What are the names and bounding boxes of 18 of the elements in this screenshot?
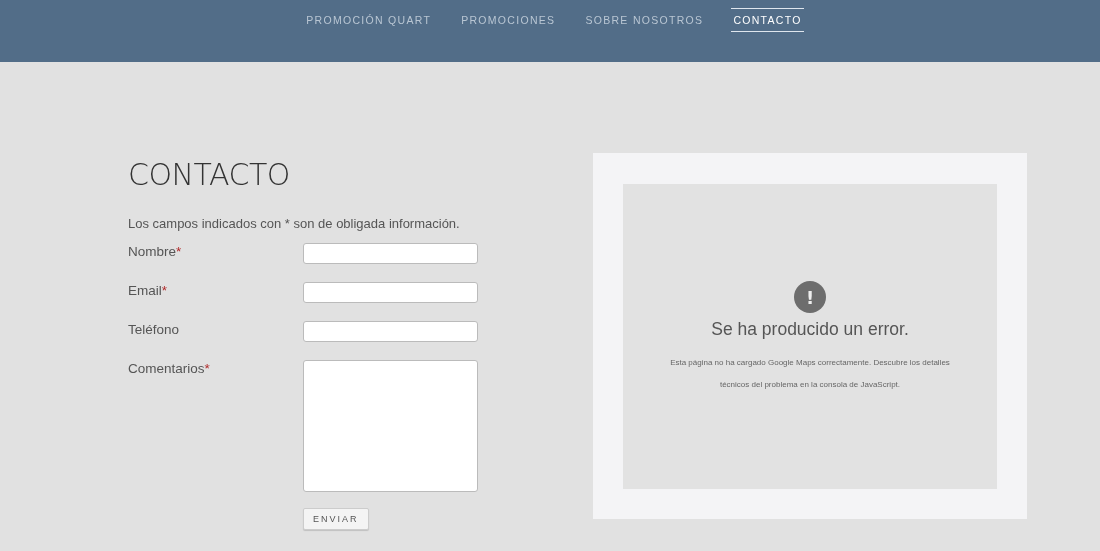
submit-button[interactable]: ENVIAR [303, 508, 369, 530]
comments-field[interactable] [303, 360, 478, 492]
input-field[interactable] [303, 321, 478, 342]
input-field[interactable] [303, 243, 478, 264]
form-note: Los campos indicados con * son de obligada información. [128, 216, 461, 231]
field-label: Comentarios* [128, 360, 211, 378]
input-field[interactable] [303, 282, 478, 303]
nav-link[interactable]: PROMOCIÓN QUART [304, 8, 434, 32]
nav-link[interactable]: SOBRE NOSOTROS [583, 8, 706, 32]
page-title: CONTACTO [128, 156, 291, 192]
error-title: Se ha producido un error. [711, 319, 909, 340]
field-label: Email* [128, 282, 169, 300]
alert-icon: ! [794, 281, 826, 313]
error-message: Esta página no ha cargado Google Maps correctamente. Descubre los detalles técnicos del problema en la consola de JavaScript. [669, 357, 951, 391]
nav-link[interactable]: CONTACTO [731, 8, 804, 32]
field-label: Nombre* [128, 243, 183, 261]
field-label: Teléfono [128, 321, 181, 339]
nav-link[interactable]: PROMOCIONES [459, 8, 558, 32]
